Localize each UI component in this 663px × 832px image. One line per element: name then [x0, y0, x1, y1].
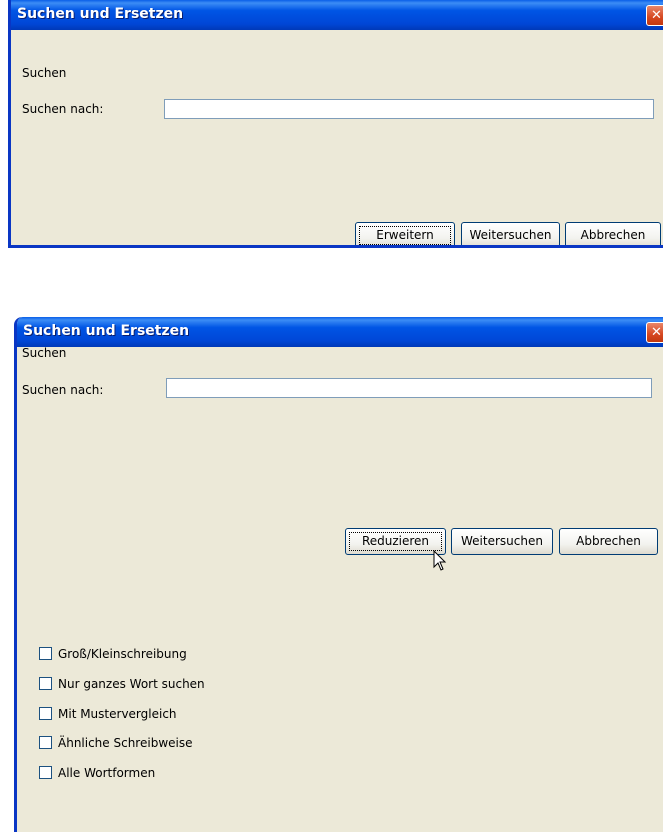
option-label: Alle Wortformen	[58, 766, 156, 780]
option-label: Groß/Kleinschreibung	[58, 647, 187, 661]
cancel-button[interactable]: Abbrechen	[565, 222, 661, 245]
find-next-button[interactable]: Weitersuchen	[451, 528, 553, 555]
search-label: Suchen nach:	[22, 383, 104, 397]
option-label: Mit Mustervergleich	[58, 707, 177, 721]
option-label: Ähnliche Schreibweise	[58, 736, 193, 750]
title-bar[interactable]: Suchen und Ersetzen ✕	[11, 0, 663, 30]
close-icon[interactable]: ✕	[646, 322, 663, 343]
mouse-cursor-icon	[444, 247, 458, 248]
cancel-button[interactable]: Abbrechen	[559, 528, 658, 555]
dialog-title: Suchen und Ersetzen	[23, 323, 190, 339]
option-pattern-match[interactable]: Mit Mustervergleich	[39, 707, 177, 723]
close-icon[interactable]: ✕	[646, 5, 663, 26]
find-replace-dialog-collapsed: Suchen und Ersetzen ✕ Suchen Suchen nach…	[8, 0, 663, 248]
option-whole-word[interactable]: Nur ganzes Wort suchen	[39, 677, 205, 693]
checkbox-icon[interactable]	[39, 736, 52, 749]
title-bar[interactable]: Suchen und Ersetzen ✕	[17, 317, 663, 347]
search-input[interactable]	[164, 99, 654, 119]
search-label: Suchen nach:	[22, 102, 104, 116]
search-input[interactable]	[166, 378, 652, 398]
find-next-button[interactable]: Weitersuchen	[461, 222, 560, 245]
reduce-button[interactable]: Reduzieren	[345, 528, 446, 555]
checkbox-icon[interactable]	[39, 707, 52, 720]
expand-button[interactable]: Erweitern	[355, 222, 455, 245]
option-similar-spelling[interactable]: Ähnliche Schreibweise	[39, 736, 192, 752]
checkbox-icon[interactable]	[39, 766, 52, 779]
option-case-sensitive[interactable]: Groß/Kleinschreibung	[39, 647, 187, 663]
dialog-title: Suchen und Ersetzen	[17, 6, 184, 22]
section-label: Suchen	[22, 66, 67, 80]
option-label: Nur ganzes Wort suchen	[58, 677, 205, 691]
mouse-cursor-icon	[433, 550, 447, 571]
option-all-word-forms[interactable]: Alle Wortformen	[39, 766, 155, 782]
checkbox-icon[interactable]	[39, 647, 52, 660]
section-label: Suchen	[22, 346, 67, 360]
find-replace-dialog-expanded: Suchen und Ersetzen ✕ Suchen Suchen nach…	[14, 317, 663, 832]
checkbox-icon[interactable]	[39, 677, 52, 690]
